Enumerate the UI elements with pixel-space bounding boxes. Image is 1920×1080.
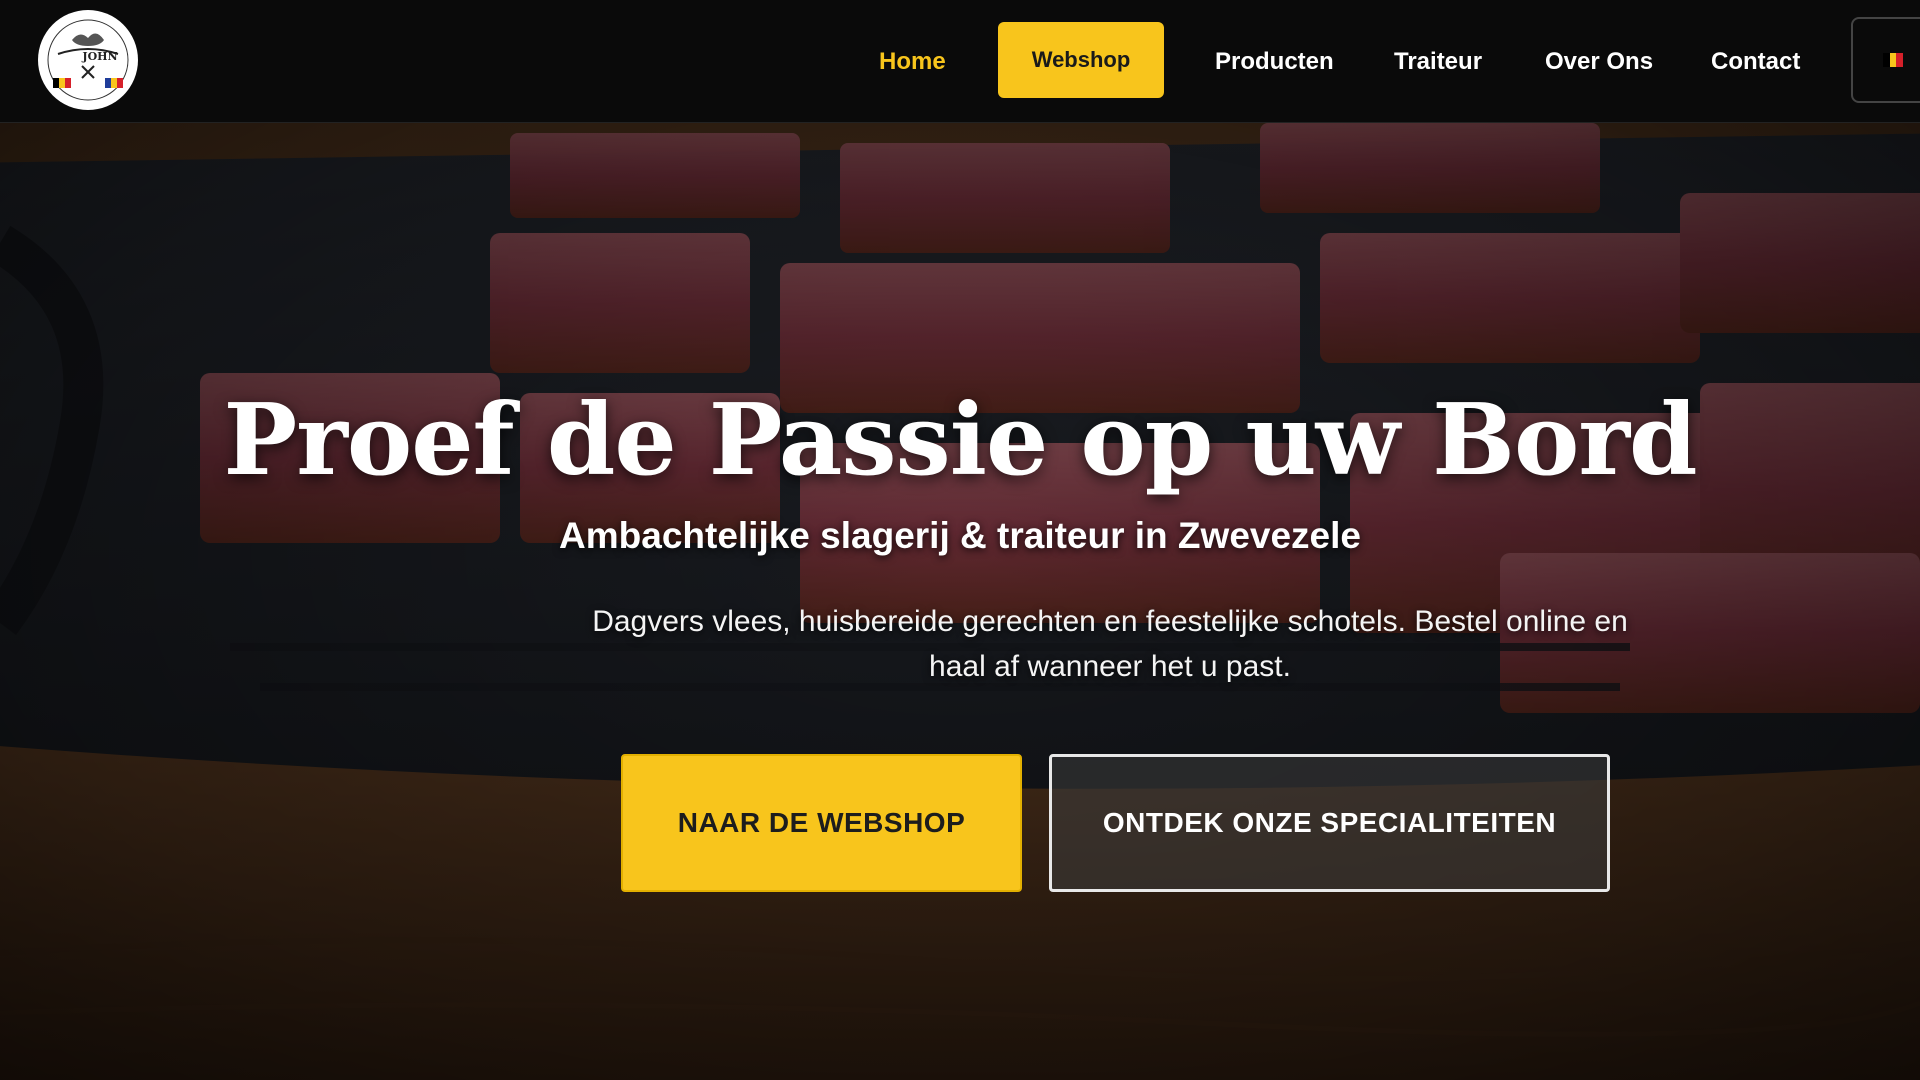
nav-item-producten[interactable]: Producten — [1215, 0, 1334, 123]
specialties-cta-button[interactable]: ONTDEK ONZE SPECIALITEITEN — [1049, 754, 1610, 892]
nav-item-over-ons[interactable]: Over Ons — [1545, 0, 1653, 123]
nav-item-webshop[interactable]: Webshop — [998, 22, 1164, 98]
nav-item-traiteur[interactable]: Traiteur — [1394, 0, 1482, 123]
hero-subtitle: Ambachtelijke slagerij & traiteur in Zwe… — [559, 515, 1361, 556]
nav-item-home[interactable]: Home — [879, 0, 946, 123]
hero-description: Dagvers vlees, huisbereide gerechten en … — [592, 605, 1628, 683]
belgian-flag-icon — [1883, 53, 1904, 67]
hero-section: Proef de Passie op uw Bord Ambachtelijke… — [0, 123, 1920, 1080]
hero-title: Proef de Passie op uw Bord — [223, 383, 1698, 498]
nav-item-contact[interactable]: Contact — [1711, 0, 1800, 123]
site-header: JOHN Home Webshop Producten Traiteur Ove… — [0, 0, 1920, 123]
language-switcher[interactable] — [1851, 17, 1920, 103]
webshop-cta-button[interactable]: NAAR DE WEBSHOP — [621, 754, 1022, 892]
main-nav: Home Webshop Producten Traiteur Over Ons… — [0, 0, 1920, 123]
